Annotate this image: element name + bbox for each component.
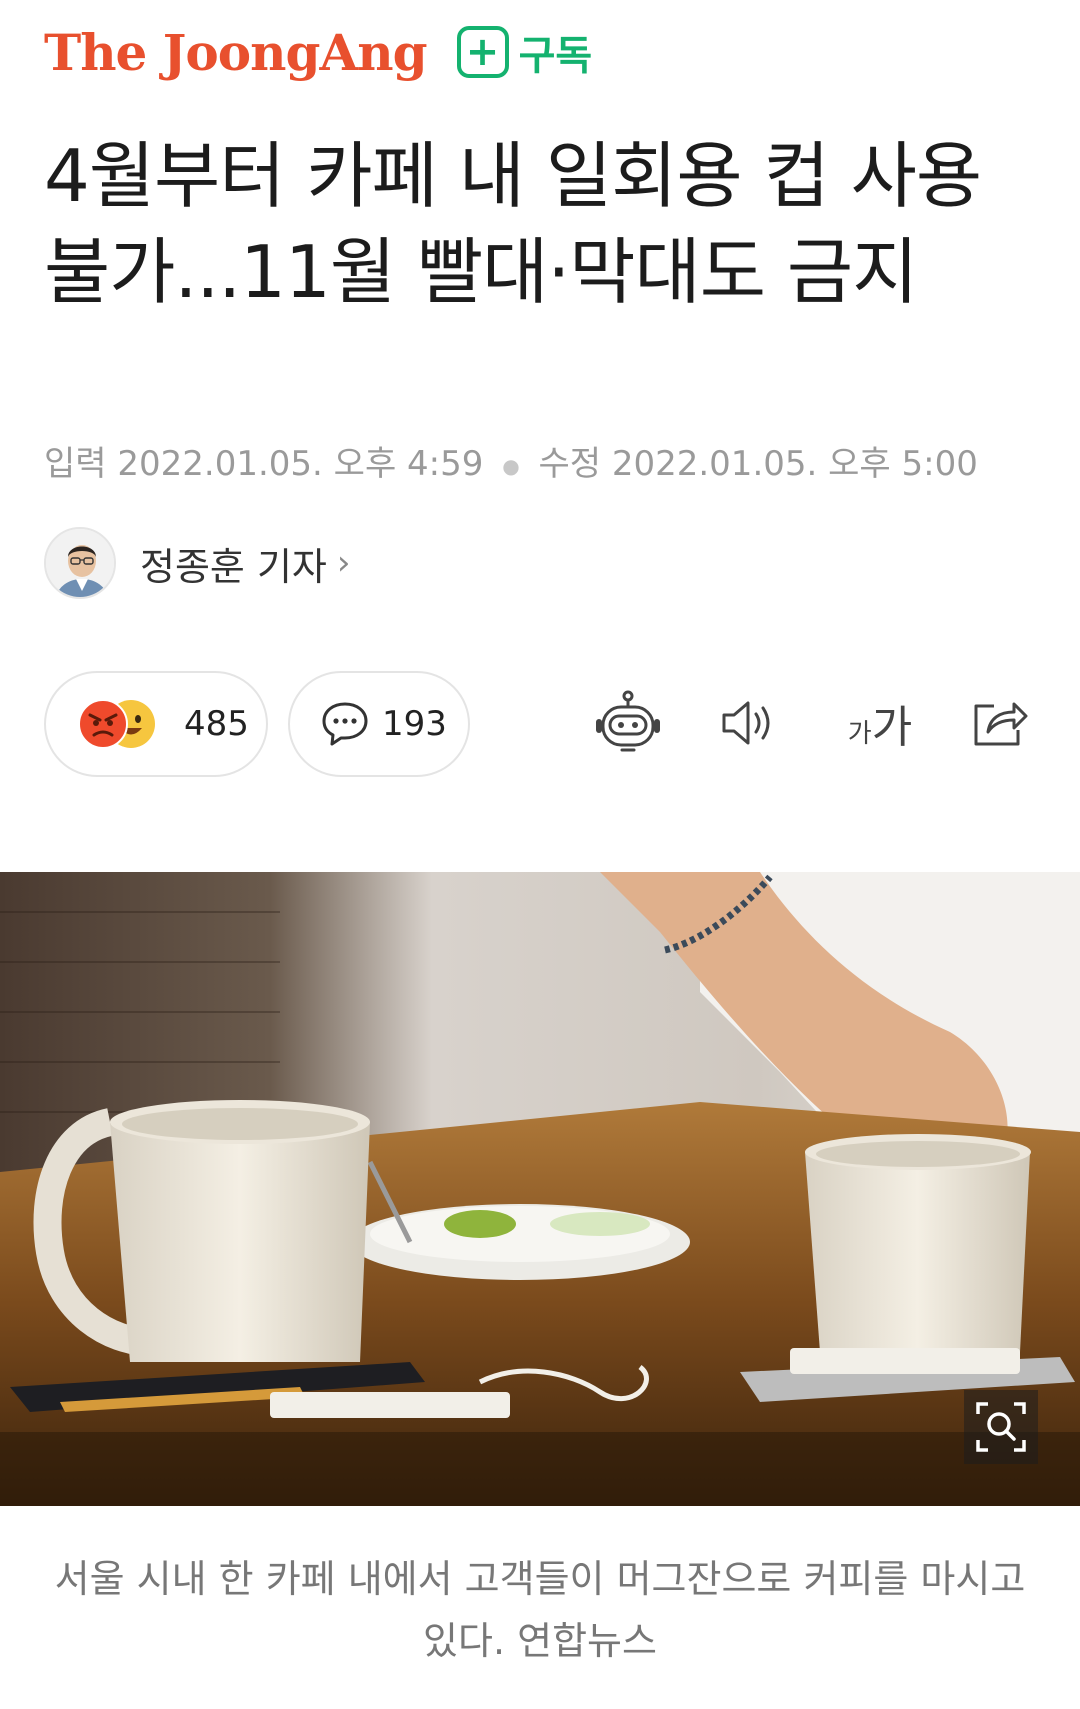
share-button[interactable] (960, 683, 1040, 763)
font-size-button[interactable]: 가가 (832, 683, 928, 763)
subscribe-label: 구독 (518, 33, 593, 79)
reporter-link[interactable]: 정종훈 기자 › (44, 527, 351, 599)
chevron-right-icon: › (336, 543, 351, 583)
edit-date-label: 수정 (538, 444, 602, 484)
reaction-count: 485 (184, 704, 249, 744)
header: The JoongAng + 구독 (44, 20, 592, 84)
speech-bubble-icon (322, 702, 368, 746)
comment-count: 193 (382, 704, 447, 744)
reporter-avatar (44, 527, 116, 599)
audio-button[interactable] (710, 683, 790, 763)
plus-square-icon: + (456, 26, 509, 78)
cafe-photo-image (0, 872, 1080, 1506)
robot-summary-icon (596, 690, 660, 752)
font-size-icon: 가가 (847, 702, 913, 753)
article-page: The JoongAng + 구독 4월부터 카페 내 일회용 컵 사용 불가.… (0, 0, 1080, 1709)
comment-button[interactable]: 193 (288, 671, 470, 777)
zoom-search-icon (976, 1402, 1026, 1452)
reporter-name: 정종훈 기자 (140, 544, 327, 589)
photo-caption: 서울 시내 한 카페 내에서 고객들이 머그잔으로 커피를 마시고 있다. 연합… (54, 1557, 1026, 1663)
brand-logo[interactable]: The JoongAng (44, 23, 428, 82)
speaker-icon (722, 701, 770, 745)
reaction-button[interactable]: 485 (44, 671, 268, 777)
input-date-value: 2022.01.05. 오후 4:59 (117, 444, 484, 484)
reaction-emoji-icons (78, 699, 155, 749)
article-headline: 4월부터 카페 내 일회용 컵 사용 불가...11월 빨대·막대도 금지 (44, 134, 982, 314)
article-photo[interactable] (0, 872, 1080, 1506)
input-date-label: 입력 (44, 444, 107, 484)
robot-summary-button[interactable] (588, 683, 668, 763)
subscribe-button[interactable]: + 구독 (456, 23, 593, 81)
article-dates: 입력 2022.01.05. 오후 4:59 ● 수정 2022.01.05. … (44, 436, 978, 485)
edit-date-value: 2022.01.05. 오후 5:00 (611, 444, 978, 484)
date-separator: ● (502, 453, 520, 478)
photo-zoom-button[interactable] (964, 1390, 1038, 1464)
share-icon (974, 702, 1028, 746)
